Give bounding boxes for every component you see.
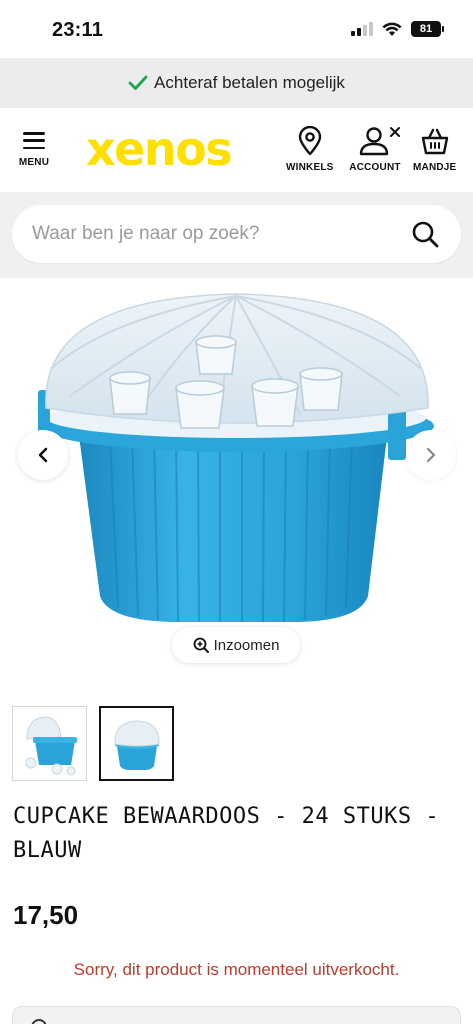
cellular-signal-icon bbox=[351, 22, 373, 36]
product-image bbox=[38, 293, 434, 623]
product-price: 17,50 bbox=[13, 900, 79, 930]
zoom-label: Inzoomen bbox=[213, 636, 280, 654]
xenos-logo[interactable]: xenos bbox=[86, 124, 233, 174]
chevron-right-icon bbox=[426, 447, 436, 463]
status-bar: 23:11 81 bbox=[0, 0, 473, 58]
menu-button[interactable]: MENU bbox=[14, 130, 54, 174]
checkmark-icon bbox=[128, 75, 148, 90]
thumbnail-1[interactable] bbox=[12, 706, 87, 781]
next-image-button[interactable] bbox=[406, 430, 456, 480]
stores-label: WINKELS bbox=[286, 162, 334, 173]
thumbnail-2[interactable] bbox=[99, 706, 174, 781]
store-availability-box[interactable] bbox=[12, 1006, 461, 1024]
status-icons: 81 bbox=[351, 21, 444, 37]
menu-label: MENU bbox=[18, 157, 50, 168]
promo-text: Achteraf betalen mogelijk bbox=[154, 73, 345, 92]
search-section: Waar ben je naar op zoek? bbox=[0, 192, 473, 278]
promo-banner: Achteraf betalen mogelijk bbox=[0, 58, 473, 108]
search-placeholder: Waar ben je naar op zoek? bbox=[32, 223, 260, 244]
thumbnail-image bbox=[101, 708, 172, 779]
product-title: CUPCAKE BEWAARDOOS - 24 STUKS - BLAUW bbox=[13, 804, 440, 863]
site-header: MENU xenos WINKELS ACCOUNT MANDJE bbox=[0, 108, 473, 192]
zoom-in-icon bbox=[193, 637, 209, 653]
stores-button[interactable]: WINKELS bbox=[286, 126, 334, 173]
cart-label: MANDJE bbox=[413, 162, 457, 173]
wifi-icon bbox=[382, 22, 402, 36]
chevron-left-icon bbox=[38, 447, 48, 463]
previous-image-button[interactable] bbox=[18, 430, 68, 480]
location-pin-icon bbox=[298, 126, 321, 156]
account-button[interactable]: ACCOUNT bbox=[348, 126, 402, 173]
search-icon[interactable] bbox=[411, 220, 439, 248]
status-time: 23:11 bbox=[52, 19, 104, 41]
product-gallery[interactable]: Inzoomen bbox=[0, 278, 473, 674]
basket-icon bbox=[421, 128, 448, 155]
user-icon bbox=[359, 127, 400, 156]
info-icon bbox=[31, 1019, 47, 1024]
account-label: ACCOUNT bbox=[349, 162, 401, 173]
cart-button[interactable]: MANDJE bbox=[413, 126, 456, 173]
thumbnail-image bbox=[13, 707, 86, 780]
hamburger-icon bbox=[23, 132, 45, 149]
zoom-button[interactable]: Inzoomen bbox=[172, 627, 300, 663]
battery-icon: 81 bbox=[411, 21, 444, 37]
out-of-stock-message: Sorry, dit product is momenteel uitverko… bbox=[73, 960, 400, 979]
search-input[interactable]: Waar ben je naar op zoek? bbox=[12, 205, 461, 263]
